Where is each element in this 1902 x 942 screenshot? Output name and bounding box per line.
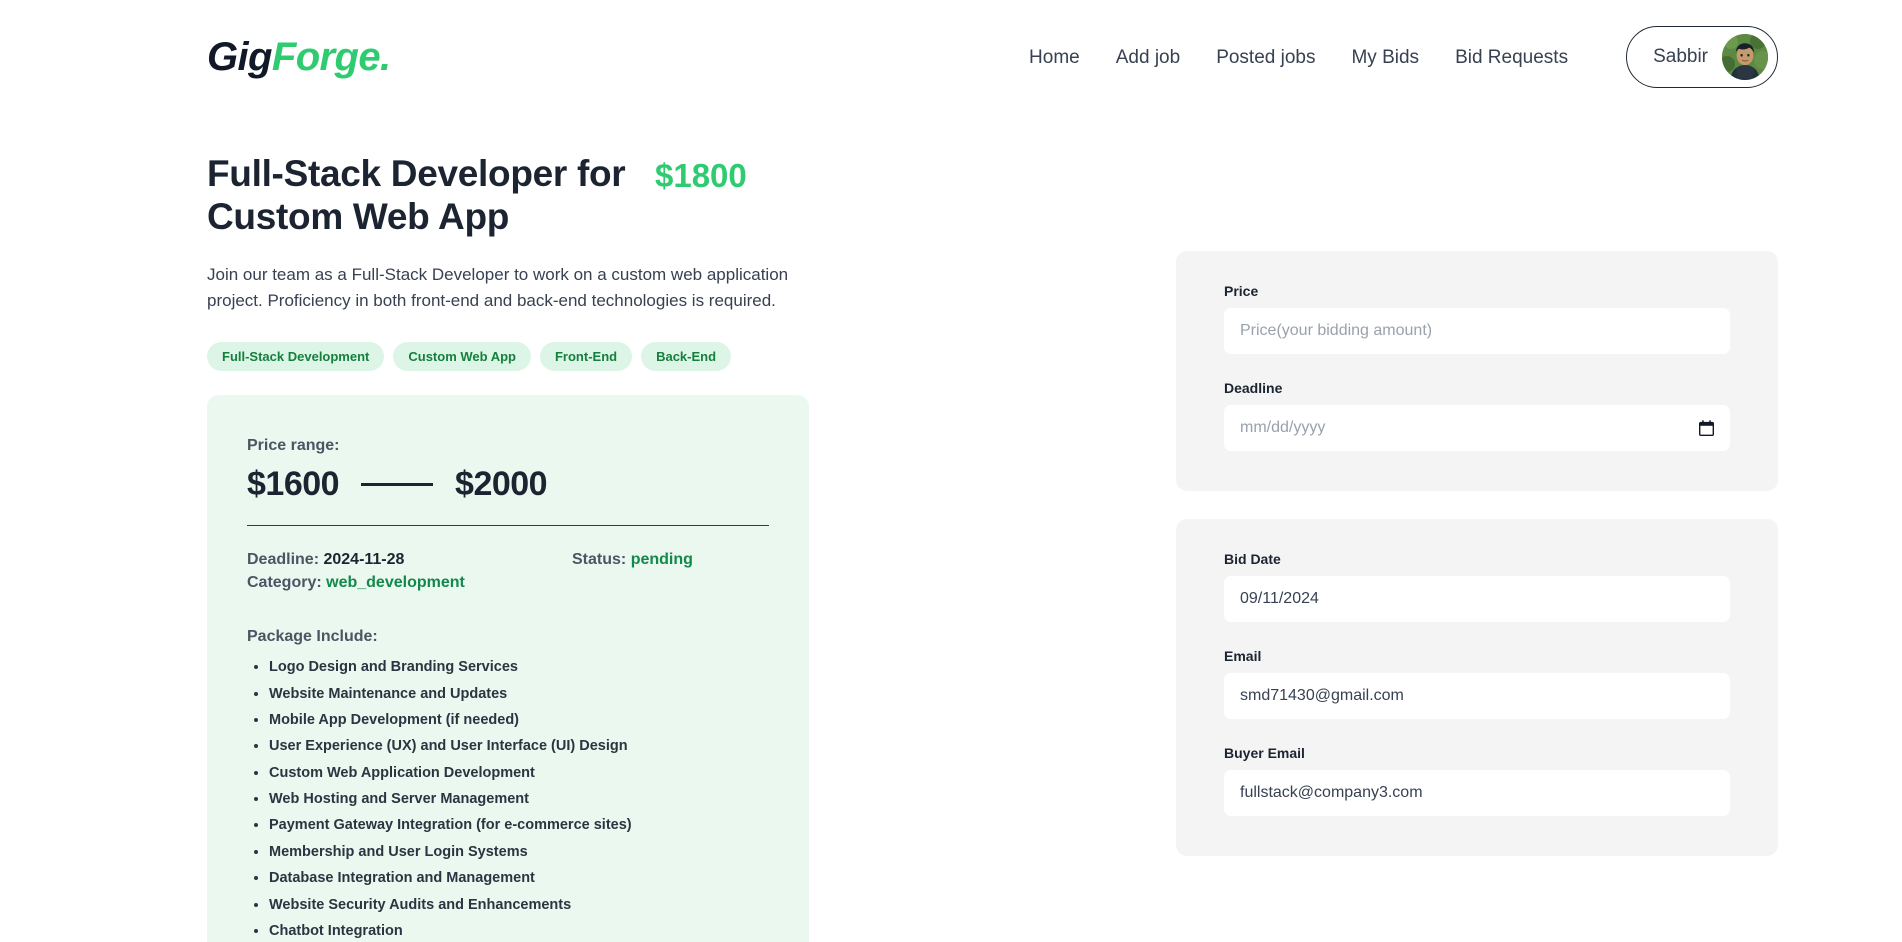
deadline-field-label: Deadline: [1224, 380, 1283, 396]
nav-link-bid-requests[interactable]: Bid Requests: [1455, 48, 1568, 67]
job-deadline: Deadline: 2024-11-28: [247, 548, 572, 571]
email-field-label: Email: [1224, 648, 1262, 664]
job-price: $1800: [655, 157, 747, 194]
job-title-row: Full-Stack Developer for Custom Web App …: [207, 153, 809, 238]
job-summary-card: Price range: $1600 $2000 Deadline: 2024-…: [207, 394, 809, 942]
bid-input-card: Price Deadline: [1176, 251, 1778, 491]
price-range-dash-icon: [361, 482, 434, 486]
buyer-email-field-label: Buyer Email: [1224, 745, 1305, 761]
user-avatar-photo[interactable]: [1722, 34, 1768, 80]
buyer-email-input[interactable]: [1224, 770, 1730, 816]
page-content: Full-Stack Developer for Custom Web App …: [0, 96, 1902, 942]
logo-text-primary: Gig: [207, 35, 272, 79]
user-profile-pill[interactable]: Sabbir: [1626, 26, 1778, 88]
bid-info-card: Bid Date Email Buyer Email: [1176, 519, 1778, 856]
list-item: Custom Web Application Development: [269, 760, 769, 786]
deadline-date-input[interactable]: [1224, 405, 1730, 451]
job-status-label: Status:: [572, 550, 627, 568]
list-item: Web Hosting and Server Management: [269, 786, 769, 812]
job-description: Join our team as a Full-Stack Developer …: [207, 265, 789, 311]
logo-text-accent: Forge.: [271, 35, 391, 79]
page-title: Full-Stack Developer for Custom Web App: [207, 153, 626, 237]
job-tag[interactable]: Custom Web App: [393, 341, 531, 371]
list-item: Logo Design and Branding Services: [269, 654, 769, 680]
deadline-input-wrapper: [1224, 405, 1730, 451]
job-meta-grid: Deadline: 2024-11-28 Category: web_devel…: [247, 548, 769, 594]
bid-date-input[interactable]: [1224, 576, 1730, 622]
price-input[interactable]: [1224, 308, 1730, 354]
package-include-label: Package Include:: [247, 628, 378, 646]
job-deadline-label: Deadline:: [247, 550, 320, 568]
status-badge: pending: [630, 550, 693, 568]
price-range-max: $2000: [455, 464, 548, 503]
list-item: Membership and User Login Systems: [269, 839, 769, 865]
nav-link-add-job[interactable]: Add job: [1116, 48, 1180, 67]
list-item: User Experience (UX) and User Interface …: [269, 733, 769, 759]
bid-date-field-label: Bid Date: [1224, 551, 1281, 567]
bid-date-field-group: Bid Date: [1224, 551, 1730, 622]
main-navigation: Home Add job Posted jobs My Bids Bid Req…: [1029, 26, 1778, 88]
deadline-field-group: Deadline: [1224, 380, 1730, 451]
job-category-label: Category:: [247, 573, 322, 591]
package-include-list: Logo Design and Branding Services Websit…: [247, 654, 769, 942]
job-status-line: Status: pending: [572, 548, 693, 571]
site-header: GigForge. Home Add job Posted jobs My Bi…: [0, 0, 1902, 96]
price-range-label: Price range:: [247, 436, 340, 454]
list-item: Website Security Audits and Enhancements: [269, 892, 769, 918]
job-tag[interactable]: Full-Stack Development: [207, 341, 385, 371]
job-deadline-value: 2024-11-28: [323, 550, 405, 568]
job-details-column: Full-Stack Developer for Custom Web App …: [207, 96, 809, 942]
nav-link-posted-jobs[interactable]: Posted jobs: [1216, 48, 1315, 67]
job-category: Category: web_development: [247, 571, 572, 594]
user-name-label: Sabbir: [1653, 46, 1708, 67]
job-tag[interactable]: Front-End: [539, 341, 633, 371]
job-status: Status: pending: [572, 548, 693, 594]
list-item: Mobile App Development (if needed): [269, 707, 769, 733]
job-tag[interactable]: Back-End: [641, 341, 732, 371]
bid-form-column: Price Deadline: [1176, 96, 1778, 856]
list-item: Website Maintenance and Updates: [269, 681, 769, 707]
price-range-row: $1600 $2000: [247, 465, 769, 504]
nav-link-my-bids[interactable]: My Bids: [1351, 48, 1419, 67]
price-field-group: Price: [1224, 283, 1730, 354]
job-meta-left: Deadline: 2024-11-28 Category: web_devel…: [247, 548, 572, 594]
job-category-value: web_development: [326, 573, 465, 591]
list-item: Database Integration and Management: [269, 865, 769, 891]
price-range-min: $1600: [247, 464, 340, 503]
price-field-label: Price: [1224, 283, 1259, 299]
nav-link-home[interactable]: Home: [1029, 48, 1080, 67]
email-input[interactable]: [1224, 673, 1730, 719]
email-field-group: Email: [1224, 648, 1730, 719]
section-divider: [247, 524, 769, 526]
list-item: Payment Gateway Integration (for e-comme…: [269, 812, 769, 838]
list-item: Chatbot Integration: [269, 918, 769, 942]
brand-logo[interactable]: GigForge.: [207, 37, 391, 77]
job-tag-list: Full-Stack Development Custom Web App Fr…: [207, 341, 809, 371]
buyer-email-field-group: Buyer Email: [1224, 745, 1730, 816]
